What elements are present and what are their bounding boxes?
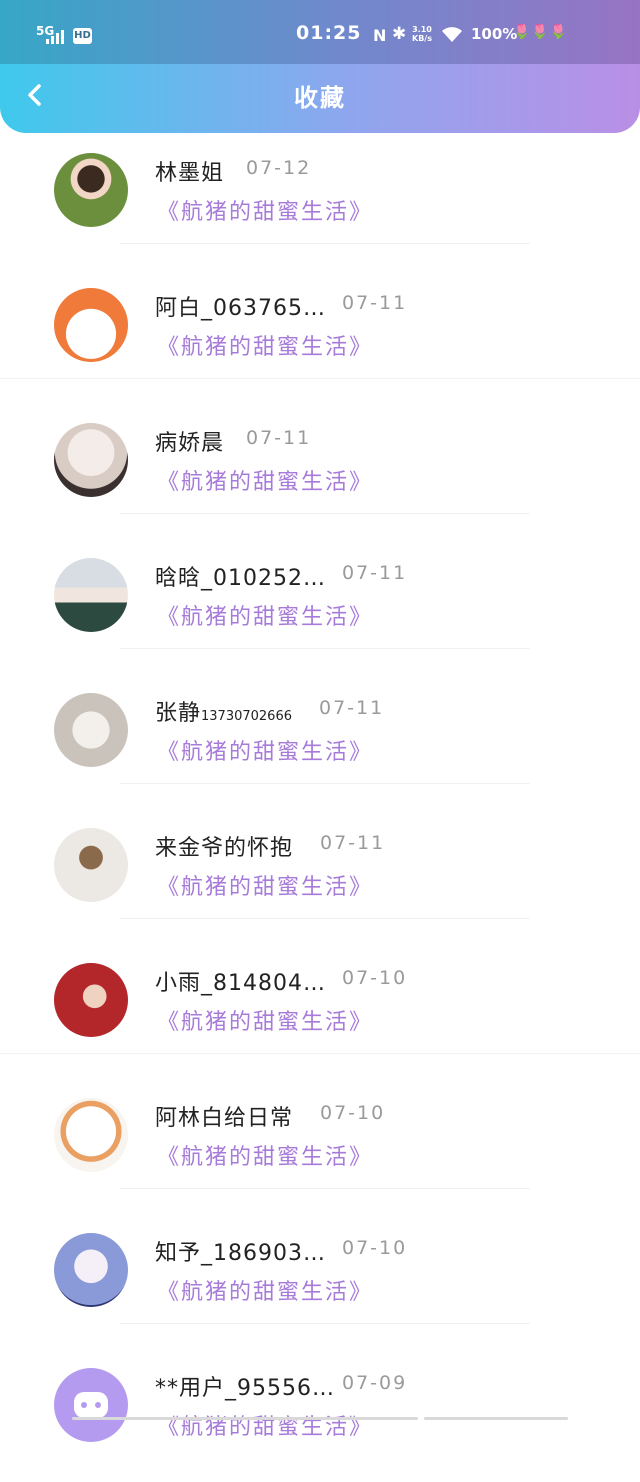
work-title-link[interactable]: 《航猪的甜蜜生活》 [157, 599, 373, 631]
work-title-link[interactable]: 《航猪的甜蜜生活》 [157, 194, 373, 226]
list-item[interactable]: 病娇晨 07-11 《航猪的甜蜜生活》 [0, 403, 640, 537]
status-bar: 5G HD 01:25 N ✱ 3.10 KB/s 100% 🌷🌷🌷 [0, 0, 640, 64]
favorite-date: 07-10 [320, 1102, 386, 1124]
nfc-icon: N [373, 26, 387, 45]
battery-level: 100% [471, 25, 518, 43]
favorite-date: 07-11 [246, 427, 312, 449]
list-item[interactable]: **用户_95556… 07-09 《航猪的甜蜜生活》 [0, 1348, 640, 1482]
work-title-link[interactable]: 《航猪的甜蜜生活》 [157, 869, 373, 901]
work-title-link[interactable]: 《航猪的甜蜜生活》 [157, 464, 373, 496]
list-item[interactable]: 阿林白给日常 07-10 《航猪的甜蜜生活》 [0, 1078, 640, 1212]
avatar [54, 1098, 128, 1172]
bluetooth-icon: ✱ [392, 24, 407, 44]
divider [120, 513, 530, 514]
avatar [54, 288, 128, 362]
divider [120, 1323, 530, 1324]
divider [0, 378, 640, 379]
user-name-suffix: 13730702666 [201, 709, 292, 724]
user-name: 小雨_814804… [155, 971, 326, 996]
divider [120, 648, 530, 649]
avatar [54, 693, 128, 767]
tulip-decoration-icon: 🌷🌷🌷 [513, 24, 569, 40]
avatar [54, 963, 128, 1037]
work-title-link[interactable]: 《航猪的甜蜜生活》 [157, 1139, 373, 1171]
user-name: **用户_95556… [155, 1376, 335, 1401]
favorite-date: 07-11 [342, 292, 408, 314]
avatar [54, 1233, 128, 1307]
list-item[interactable]: 知予_186903… 07-10 《航猪的甜蜜生活》 [0, 1213, 640, 1347]
list-item[interactable]: 林墨姐 07-12 《航猪的甜蜜生活》 [0, 133, 640, 267]
page-title: 收藏 [294, 84, 346, 112]
wifi-icon [442, 27, 462, 42]
user-name: 知予_186903… [155, 1241, 326, 1266]
favorite-date: 07-11 [319, 697, 385, 719]
divider [0, 1053, 640, 1054]
divider [120, 918, 530, 919]
work-title-link[interactable]: 《航猪的甜蜜生活》 [157, 329, 373, 361]
user-name: 病娇晨 [155, 431, 225, 456]
divider [120, 783, 530, 784]
hd-badge: HD [73, 28, 92, 44]
user-name: 阿白_063765… [155, 296, 326, 321]
list-item[interactable]: 张静13730702666 07-11 《航猪的甜蜜生活》 [0, 673, 640, 807]
network-speed-unit: KB/s [412, 34, 432, 43]
work-title-link[interactable]: 《航猪的甜蜜生活》 [157, 734, 373, 766]
list-item[interactable]: 来金爷的怀抱 07-11 《航猪的甜蜜生活》 [0, 808, 640, 942]
avatar [54, 423, 128, 497]
list-item[interactable]: 晗晗_010252… 07-11 《航猪的甜蜜生活》 [0, 538, 640, 672]
favorite-date: 07-10 [342, 1237, 408, 1259]
avatar [54, 828, 128, 902]
default-avatar-icon [74, 1392, 108, 1418]
scroll-indicator [424, 1417, 568, 1420]
network-speed: 3.10 KB/s [412, 25, 432, 43]
divider [120, 243, 530, 244]
list-item[interactable]: 小雨_814804… 07-10 《航猪的甜蜜生活》 [0, 943, 640, 1077]
divider [120, 1188, 530, 1189]
avatar [54, 558, 128, 632]
list-item[interactable]: 阿白_063765… 07-11 《航猪的甜蜜生活》 [0, 268, 640, 402]
favorite-date: 07-10 [342, 967, 408, 989]
user-name-text: 张静 [155, 701, 202, 726]
status-time: 01:25 [296, 22, 362, 44]
network-speed-value: 3.10 [412, 25, 432, 34]
signal-icon [46, 30, 68, 44]
work-title-link[interactable]: 《航猪的甜蜜生活》 [157, 1409, 373, 1441]
scroll-indicator [72, 1417, 418, 1420]
work-title-link[interactable]: 《航猪的甜蜜生活》 [157, 1004, 373, 1036]
user-name: 来金爷的怀抱 [155, 836, 294, 861]
avatar [54, 1368, 128, 1442]
work-title-link[interactable]: 《航猪的甜蜜生活》 [157, 1274, 373, 1306]
user-name: 晗晗_010252… [155, 566, 326, 591]
favorite-date: 07-12 [246, 157, 312, 179]
user-name: 林墨姐 [155, 161, 225, 186]
favorite-date: 07-11 [342, 562, 408, 584]
favorite-date: 07-09 [342, 1372, 408, 1394]
user-name: 阿林白给日常 [155, 1106, 294, 1131]
favorite-date: 07-11 [320, 832, 386, 854]
avatar [54, 153, 128, 227]
user-name: 张静13730702666 [155, 695, 292, 727]
